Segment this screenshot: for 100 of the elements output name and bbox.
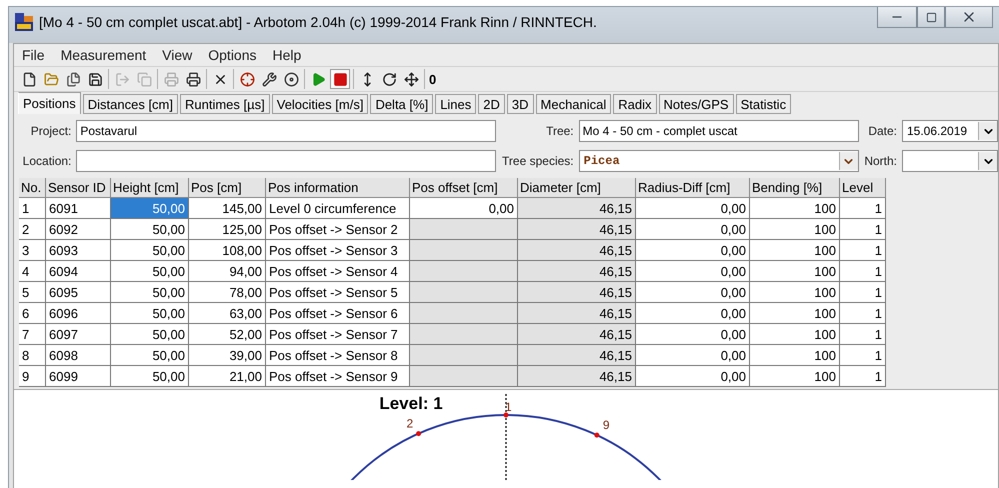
tab[interactable]: 2D <box>478 94 505 114</box>
table-cell: 46,15 <box>518 282 636 303</box>
column-header[interactable]: Height [cm] <box>111 178 189 198</box>
tab[interactable]: Radix <box>613 94 657 114</box>
table-cell: 0,00 <box>636 261 750 282</box>
table-cell: 0,00 <box>636 240 750 261</box>
tab[interactable]: Runtimes [µs] <box>180 94 270 114</box>
new-file-icon <box>22 72 36 86</box>
column-header[interactable]: Diameter [cm] <box>518 178 636 198</box>
table-cell: 1 <box>840 261 886 282</box>
tab[interactable]: Positions <box>18 92 81 114</box>
column-header[interactable]: No. <box>19 178 46 198</box>
tab[interactable]: Distances [cm] <box>82 94 178 114</box>
column-header[interactable]: Sensor ID <box>46 178 111 198</box>
table-cell: 6096 <box>46 303 111 324</box>
table-cell: 0,00 <box>410 198 518 219</box>
column-header[interactable]: Level <box>840 178 886 198</box>
menu-item[interactable]: Measurement <box>52 47 154 63</box>
location-field[interactable] <box>76 150 496 172</box>
table-cell: 50,00 <box>111 303 189 324</box>
table-cell: 1 <box>840 303 886 324</box>
table-cell: 100 <box>750 282 840 303</box>
menu-item[interactable]: Help <box>264 47 310 63</box>
table-cell: 50,00 <box>111 198 189 219</box>
table-cell: 46,15 <box>518 219 636 240</box>
crosshair-icon <box>240 72 254 86</box>
table-cell: 100 <box>750 261 840 282</box>
tab[interactable]: 3D <box>506 94 534 114</box>
menu-item[interactable]: Options <box>200 47 264 63</box>
table-cell: 9 <box>19 366 46 387</box>
tree-label: Tree: <box>545 124 574 138</box>
table-cell: 100 <box>750 324 840 345</box>
table-cell: 46,15 <box>518 303 636 324</box>
column-header[interactable]: Pos [cm] <box>189 178 266 198</box>
table-cell: 100 <box>750 303 840 324</box>
column-header[interactable]: Pos offset [cm] <box>410 178 518 198</box>
table-cell: 6099 <box>46 366 111 387</box>
table-cell: 3 <box>19 240 46 261</box>
table-cell: 145,00 <box>189 198 266 219</box>
table-cell: 6092 <box>46 219 111 240</box>
table-cell: 0,00 <box>636 282 750 303</box>
table-cell: 108,00 <box>189 240 266 261</box>
table-cell: 0,00 <box>636 324 750 345</box>
menu-item[interactable]: View <box>154 47 200 63</box>
table-cell: 0,00 <box>636 345 750 366</box>
table-cell: 46,15 <box>518 198 636 219</box>
counter-text: 0 <box>428 72 436 86</box>
maximize-button[interactable] <box>917 7 945 28</box>
table-cell: 7 <box>19 324 46 345</box>
project-field[interactable]: Postavarul <box>76 120 496 142</box>
tab[interactable]: Statistic <box>736 94 792 114</box>
table-cell: 6091 <box>46 198 111 219</box>
table-cell: 5 <box>19 282 46 303</box>
tab[interactable]: Mechanical <box>536 94 612 114</box>
tree-species-label: Tree species: <box>501 154 574 168</box>
files-icon <box>66 72 80 86</box>
table-cell: 50,00 <box>111 282 189 303</box>
disc-icon <box>284 72 298 86</box>
table-cell: Pos offset -> Sensor 8 <box>266 345 410 366</box>
table-cell: 6095 <box>46 282 111 303</box>
column-header[interactable]: Pos information <box>266 178 410 198</box>
table-cell: 6 <box>19 303 46 324</box>
column-header[interactable]: Radius-Diff [cm] <box>636 178 750 198</box>
table-cell: 6098 <box>46 345 111 366</box>
table-cell: 46,15 <box>518 261 636 282</box>
close-button[interactable] <box>945 7 993 28</box>
tab[interactable]: Delta [%] <box>370 94 434 114</box>
table-cell: 6094 <box>46 261 111 282</box>
north-dropdown[interactable] <box>902 150 998 172</box>
table-cell: 50,00 <box>111 345 189 366</box>
date-label: Date: <box>867 124 897 138</box>
maximize-icon <box>926 12 936 22</box>
table-cell: 100 <box>750 219 840 240</box>
table-cell: 100 <box>750 198 840 219</box>
table-cell: Level 0 circumference <box>266 198 410 219</box>
table-cell: 46,15 <box>518 240 636 261</box>
tab[interactable]: Velocities [m/s] <box>272 94 368 114</box>
table-cell: Pos offset -> Sensor 4 <box>266 261 410 282</box>
table-cell: Pos offset -> Sensor 5 <box>266 282 410 303</box>
table-cell: 94,00 <box>189 261 266 282</box>
column-header[interactable]: Bending [%] <box>750 178 840 198</box>
table-cell: 46,15 <box>518 324 636 345</box>
menu-item[interactable]: File <box>14 47 53 63</box>
tab[interactable]: Notes/GPS <box>658 94 734 114</box>
table-cell: 21,00 <box>189 366 266 387</box>
tree-species-dropdown[interactable]: Picea <box>578 150 859 172</box>
table-cell: 1 <box>840 198 886 219</box>
printer-icon <box>164 72 178 86</box>
tab[interactable]: Lines <box>435 94 476 114</box>
table-cell: 1 <box>840 324 886 345</box>
table-cell: 50,00 <box>111 240 189 261</box>
project-label: Project: <box>30 124 72 138</box>
date-dropdown[interactable]: 15.06.2019 <box>902 120 998 142</box>
stop-button[interactable] <box>330 69 350 89</box>
table-cell: 63,00 <box>189 303 266 324</box>
tree-field[interactable]: Mo 4 - 50 cm - complet uscat <box>578 120 859 142</box>
table-cell: 1 <box>840 366 886 387</box>
table-cell: 0,00 <box>636 303 750 324</box>
table-cell: 2 <box>19 219 46 240</box>
table-cell: 8 <box>19 345 46 366</box>
